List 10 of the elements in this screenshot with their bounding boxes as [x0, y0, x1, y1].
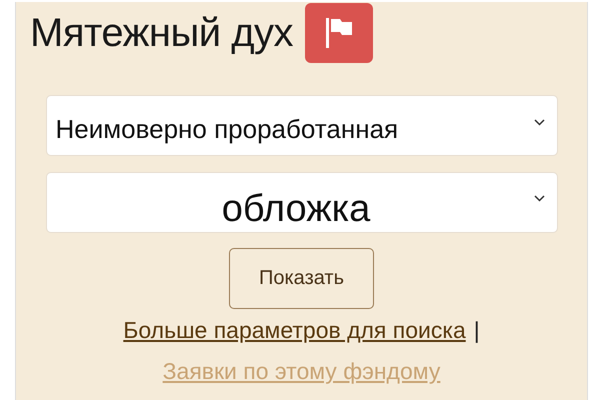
show-button[interactable]: Показать [229, 248, 374, 309]
search-link[interactable]: Больше параметров для поиска [123, 317, 466, 344]
page-title: Мятежный дух [30, 10, 294, 56]
separator: | [474, 317, 480, 344]
chevron-down-icon [534, 195, 544, 202]
flag-button[interactable] [305, 3, 374, 63]
dropdown-select[interactable]: обложка [46, 172, 558, 233]
flag-icon [326, 18, 352, 48]
dropdown-select[interactable]: Неимоверно проработанная [46, 95, 558, 156]
chevron-down-icon [534, 119, 544, 126]
